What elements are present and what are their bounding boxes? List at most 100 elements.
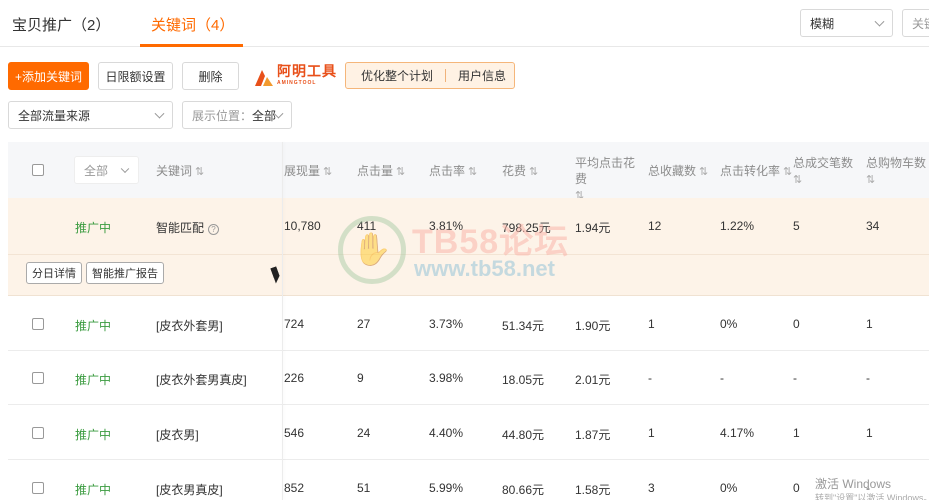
row-clicks: 411 (357, 219, 377, 233)
row-carts: 1 (866, 426, 873, 440)
row-cvr: - (720, 371, 724, 385)
row-status: 推广中 (75, 319, 112, 333)
row-ctr: 3.73% (429, 317, 464, 331)
row-status: 推广中 (75, 373, 112, 387)
sort-icon[interactable]: ⇅ (468, 166, 477, 178)
row-clicks: 9 (357, 371, 364, 385)
row-checkbox[interactable] (32, 482, 44, 494)
sort-icon[interactable]: ⇅ (396, 166, 405, 178)
table-row[interactable]: 推广中 [皮衣外套男真皮] 226 9 3.98% 18.05元 2.01元 -… (8, 351, 929, 405)
frozen-column-divider (282, 142, 283, 500)
tab-bar: 宝贝推广（2） 关键词（4） 模糊 关键 (0, 0, 929, 47)
row-keyword: [皮衣男真皮] (156, 483, 223, 497)
row-clicks: 24 (357, 426, 371, 440)
divider (445, 69, 447, 82)
add-keyword-button[interactable]: +添加关键词 (8, 62, 89, 90)
status-filter-select[interactable]: 全部 (74, 156, 139, 184)
row-cvr: 0% (720, 317, 738, 331)
display-position-select[interactable]: 展示位置： 全部 (182, 101, 292, 129)
tab-keywords[interactable]: 关键词（4） (151, 14, 234, 35)
delete-button[interactable]: 删除 (182, 62, 239, 90)
sort-icon[interactable]: ⇅ (866, 174, 875, 186)
row-keyword: [皮衣外套男真皮] (156, 373, 247, 387)
column-header-orders[interactable]: 总成交笔数 ⇅ (793, 155, 863, 188)
column-header-impressions[interactable]: 展现量 ⇅ (284, 163, 332, 180)
table-header: 全部 关键词 ⇅ 展现量 ⇅ 点击量 ⇅ 点击率 ⇅ 花费 ⇅ 平均点击花费 ⇅ 总收藏数 ⇅… (8, 142, 929, 202)
row-checkbox[interactable] (32, 427, 44, 439)
row-checkbox[interactable] (32, 318, 44, 330)
divider (8, 254, 929, 255)
daily-limit-button[interactable]: 日限额设置 (98, 62, 173, 90)
column-header-ctr[interactable]: 点击率 ⇅ (429, 163, 477, 180)
row-orders: 5 (793, 219, 800, 233)
chevron-down-icon (874, 16, 885, 27)
sort-icon[interactable]: ⇅ (783, 166, 792, 178)
brand-logo: 阿明工具 AMINGTOOL (253, 64, 337, 88)
row-favorites: 3 (648, 481, 655, 495)
column-header-carts[interactable]: 总购物车数 ⇅ (866, 155, 929, 188)
keyword-search-input[interactable]: 关键 (902, 9, 929, 37)
row-impressions: 546 (284, 426, 305, 440)
row-cvr: 4.17% (720, 426, 755, 440)
column-header-cvr[interactable]: 点击转化率 ⇅ (720, 163, 792, 180)
table-row[interactable]: 推广中 [皮衣男真皮] 852 51 5.99% 80.66元 1.58元 3 … (8, 460, 929, 500)
table-row[interactable]: 推广中 [皮衣外套男] 724 27 3.73% 51.34元 1.90元 1 … (8, 296, 929, 351)
traffic-source-value: 全部流量来源 (18, 108, 91, 123)
chevron-down-icon (154, 108, 165, 119)
sort-icon[interactable]: ⇅ (699, 166, 708, 178)
amingtool-logo-icon (255, 70, 273, 86)
sort-icon[interactable]: ⇅ (323, 166, 332, 178)
column-header-cpc[interactable]: 平均点击花费 ⇅ (575, 155, 645, 204)
row-status: 推广中 (75, 483, 112, 497)
row-orders: 0 (793, 317, 800, 331)
row-impressions: 226 (284, 371, 305, 385)
row-cvr: 0% (720, 481, 738, 495)
row-favorites: 1 (648, 426, 655, 440)
row-impressions: 852 (284, 481, 305, 495)
row-cost: 18.05元 (502, 373, 545, 387)
row-cvr: 1.22% (720, 219, 755, 233)
smart-report-button[interactable]: 智能推广报告 (86, 262, 164, 284)
row-status: 推广中 (75, 221, 112, 235)
row-checkbox[interactable] (32, 372, 44, 384)
column-header-clicks[interactable]: 点击量 ⇅ (357, 163, 405, 180)
column-header-keyword[interactable]: 关键词 ⇅ (156, 163, 204, 180)
row-ctr: 5.99% (429, 481, 464, 495)
row-ctr: 3.98% (429, 371, 464, 385)
sort-icon[interactable]: ⇅ (529, 166, 538, 178)
row-clicks: 51 (357, 481, 371, 495)
chevron-down-icon (120, 164, 130, 174)
sort-icon[interactable]: ⇅ (195, 166, 204, 178)
sort-icon[interactable]: ⇅ (793, 174, 802, 186)
row-favorites: - (648, 371, 652, 385)
daily-detail-button[interactable]: 分日详情 (26, 262, 82, 284)
row-carts: 34 (866, 219, 880, 233)
optimize-plan-button[interactable]: 优化整个计划 (361, 67, 433, 84)
user-info-button[interactable]: 用户信息 (458, 67, 506, 84)
row-carts: - (866, 371, 870, 385)
row-cpc: 1.87元 (575, 428, 611, 442)
row-cpc: 1.94元 (575, 221, 611, 235)
keyword-table: 全部 关键词 ⇅ 展现量 ⇅ 点击量 ⇅ 点击率 ⇅ 花费 ⇅ 平均点击花费 ⇅ 总收藏数 ⇅… (8, 142, 929, 500)
row-orders: - (793, 371, 797, 385)
match-type-value: 模糊 (810, 16, 835, 31)
tab-product-promotion[interactable]: 宝贝推广（2） (12, 14, 110, 35)
row-ctr: 4.40% (429, 426, 464, 440)
row-clicks: 27 (357, 317, 371, 331)
match-type-select[interactable]: 模糊 (800, 9, 893, 37)
help-icon[interactable]: ? (208, 224, 220, 235)
table-row[interactable]: 推广中 智能匹配? 10,780 411 3.81% 798.25元 1.94元… (8, 198, 929, 296)
traffic-source-select[interactable]: 全部流量来源 (8, 101, 173, 129)
display-position-value: 全部 (252, 108, 277, 123)
row-impressions: 724 (284, 317, 305, 331)
row-favorites: 1 (648, 317, 655, 331)
row-ctr: 3.81% (429, 219, 464, 233)
row-cost: 798.25元 (502, 221, 551, 235)
select-all-checkbox[interactable] (32, 164, 44, 176)
table-row[interactable]: 推广中 [皮衣男] 546 24 4.40% 44.80元 1.87元 1 4.… (8, 405, 929, 460)
column-header-favorites[interactable]: 总收藏数 ⇅ (648, 163, 708, 180)
row-cost: 51.34元 (502, 319, 545, 333)
column-header-cost[interactable]: 花费 ⇅ (502, 163, 538, 180)
row-orders: 0 (793, 481, 800, 495)
row-cpc: 1.58元 (575, 483, 611, 497)
